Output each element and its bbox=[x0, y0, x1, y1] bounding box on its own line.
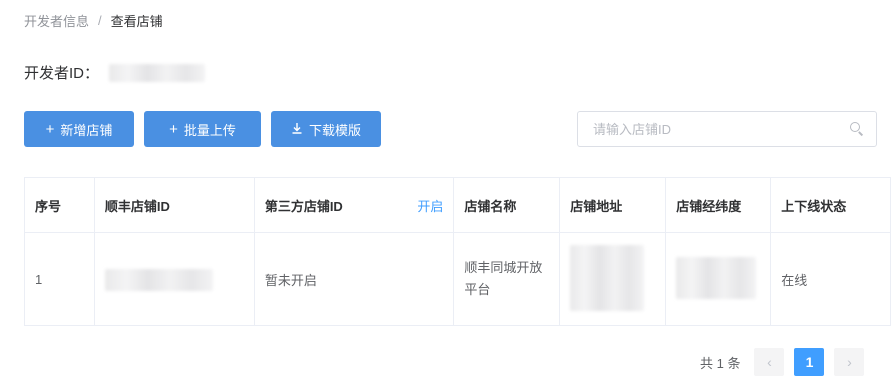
add-store-label: 新增店铺 bbox=[60, 122, 113, 138]
cell-seq: 1 bbox=[24, 232, 95, 326]
developer-id-row: 开发者ID： bbox=[24, 62, 206, 83]
developer-id-label: 开发者ID： bbox=[24, 65, 100, 82]
cell-store-address bbox=[559, 232, 667, 326]
store-coordinates-redacted bbox=[676, 256, 757, 299]
breadcrumb: 开发者信息 / 查看店铺 bbox=[24, 11, 163, 30]
download-template-button[interactable]: 下载模版 bbox=[271, 111, 381, 147]
download-icon bbox=[291, 122, 303, 137]
store-table: 序号 顺丰店铺ID 第三方店铺ID 开启 店铺名称 店铺地址 店铺经纬度 上下线… bbox=[24, 177, 891, 326]
header-store-address: 店铺地址 bbox=[559, 177, 667, 233]
prev-page-button[interactable]: ‹ bbox=[754, 348, 785, 376]
pagination-total: 共 1 条 bbox=[700, 355, 741, 371]
store-address-redacted bbox=[570, 244, 645, 311]
breadcrumb-separator: / bbox=[98, 13, 102, 28]
header-third-party-id-label: 第三方店铺ID bbox=[264, 198, 343, 214]
chevron-left-icon: ‹ bbox=[767, 354, 772, 370]
plus-icon: + bbox=[45, 120, 55, 138]
next-page-button[interactable]: › bbox=[834, 348, 865, 376]
header-third-party-id: 第三方店铺ID 开启 bbox=[253, 177, 455, 233]
breadcrumb-parent[interactable]: 开发者信息 bbox=[24, 11, 89, 30]
header-seq: 序号 bbox=[24, 177, 95, 233]
enable-third-party-link[interactable]: 开启 bbox=[417, 196, 443, 215]
cell-store-coordinates bbox=[665, 232, 772, 326]
cell-third-party-id: 暂未开启 bbox=[253, 232, 455, 326]
download-template-label: 下载模版 bbox=[308, 122, 361, 138]
cell-store-name: 顺丰同城开放平台 bbox=[453, 232, 561, 326]
sf-store-id-redacted bbox=[104, 268, 213, 291]
chevron-right-icon: › bbox=[847, 354, 852, 370]
cell-online-status: 在线 bbox=[770, 232, 891, 326]
store-search-input[interactable] bbox=[593, 121, 850, 137]
pagination: 共 1 条 ‹ 1 › bbox=[700, 348, 874, 376]
store-search-box bbox=[577, 111, 877, 147]
add-store-button[interactable]: + 新增店铺 bbox=[24, 111, 134, 147]
batch-upload-button[interactable]: + 批量上传 bbox=[144, 111, 261, 147]
header-store-name: 店铺名称 bbox=[453, 177, 561, 233]
breadcrumb-current: 查看店铺 bbox=[110, 14, 163, 29]
batch-upload-label: 批量上传 bbox=[183, 122, 236, 138]
plus-icon: + bbox=[169, 120, 178, 138]
search-icon[interactable] bbox=[850, 122, 864, 136]
header-sf-store-id: 顺丰店铺ID bbox=[93, 177, 255, 233]
header-online-status: 上下线状态 bbox=[770, 177, 891, 233]
table-header-row: 序号 顺丰店铺ID 第三方店铺ID 开启 店铺名称 店铺地址 店铺经纬度 上下线… bbox=[24, 177, 891, 233]
cell-sf-store-id bbox=[93, 232, 255, 326]
toolbar: + 新增店铺 + 批量上传 下载模版 bbox=[24, 111, 391, 147]
table-row: 1 暂未开启 顺丰同城开放平台 在线 bbox=[24, 232, 891, 326]
header-store-coordinates: 店铺经纬度 bbox=[665, 177, 772, 233]
page-number-current[interactable]: 1 bbox=[794, 348, 825, 376]
developer-id-value-redacted bbox=[109, 63, 206, 82]
